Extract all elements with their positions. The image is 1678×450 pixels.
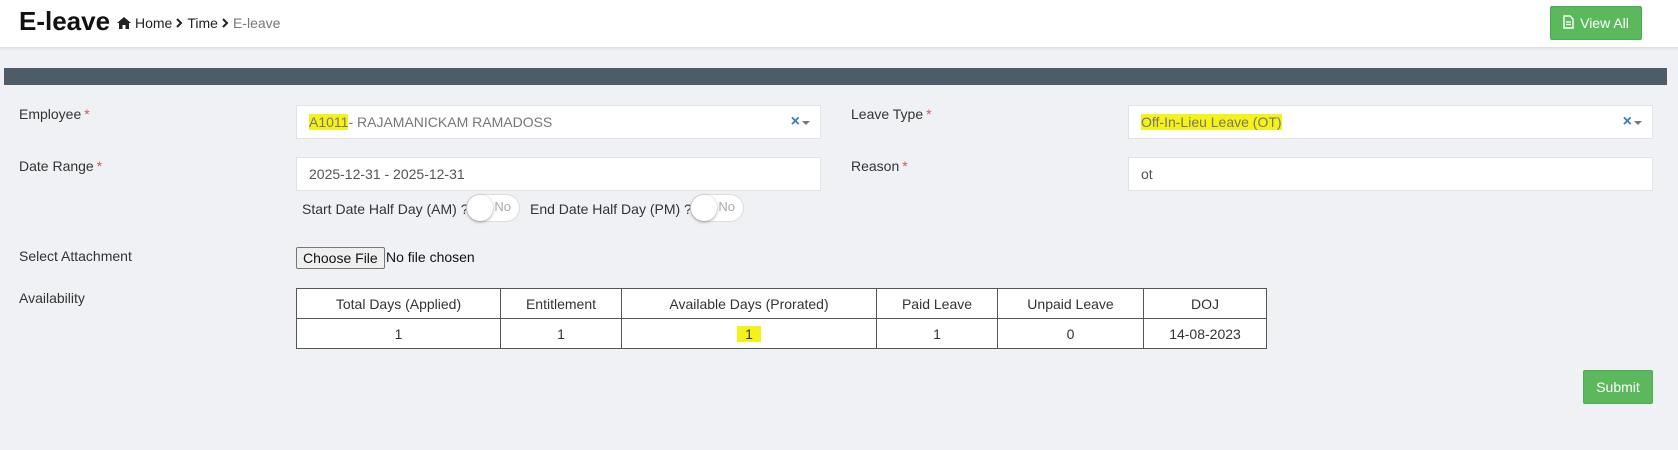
breadcrumb: Home Time E-leave: [117, 15, 280, 31]
clear-icon[interactable]: ×: [791, 114, 800, 130]
end-half-day-toggle[interactable]: No: [690, 194, 744, 222]
toggle-knob: [691, 195, 717, 221]
attachment-label: Select Attachment: [19, 248, 132, 264]
chevron-down-icon[interactable]: [802, 121, 810, 125]
end-half-day-label: End Date Half Day (PM) ?: [530, 201, 692, 217]
breadcrumb-time[interactable]: Time: [187, 15, 218, 31]
column-header: Total Days (Applied): [296, 288, 501, 319]
availability-label: Availability: [19, 290, 85, 306]
toggle-knob: [467, 195, 493, 221]
start-half-day-label: Start Date Half Day (AM) ?: [302, 201, 469, 217]
column-header: Entitlement: [500, 288, 622, 319]
view-all-label: View All: [1580, 15, 1629, 31]
chevron-right-icon: [176, 18, 183, 28]
column-header: Paid Leave: [876, 288, 998, 319]
home-icon: [117, 17, 131, 29]
file-status: No file chosen: [386, 249, 475, 265]
date-range-value: 2025-12-31 - 2025-12-31: [309, 166, 465, 182]
column-header: Available Days (Prorated): [621, 288, 877, 319]
table-cell: 1: [876, 318, 998, 349]
employee-label: Employee *: [19, 106, 90, 122]
employee-name: - RAJAMANICKAM RAMADOSS: [348, 114, 553, 130]
leave-type-value: Off-In-Lieu Leave (OT): [1141, 114, 1282, 130]
toggle-state: No: [718, 199, 735, 214]
table-header-row: Total Days (Applied) Entitlement Availab…: [296, 288, 1267, 319]
breadcrumb-home[interactable]: Home: [135, 15, 172, 31]
column-header: DOJ: [1143, 288, 1267, 319]
file-icon: [1563, 14, 1574, 32]
clear-icon[interactable]: ×: [1623, 114, 1632, 130]
table-row: 1 1 1 1 0 14-08-2023: [296, 318, 1267, 349]
date-range-input[interactable]: 2025-12-31 - 2025-12-31: [296, 157, 821, 191]
table-cell: 1: [296, 318, 501, 349]
available-days-value: 1: [737, 325, 761, 342]
start-half-day-toggle[interactable]: No: [466, 194, 520, 222]
leave-type-select[interactable]: Off-In-Lieu Leave (OT) ×: [1128, 105, 1653, 139]
employee-code: A1011: [309, 114, 349, 130]
date-range-label: Date Range *: [19, 158, 103, 174]
toggle-state: No: [494, 199, 511, 214]
choose-file-button[interactable]: Choose File: [296, 247, 385, 269]
breadcrumb-current: E-leave: [232, 15, 281, 31]
panel-header: [4, 68, 1667, 85]
reason-value: ot: [1141, 166, 1153, 182]
page-title: E-leave: [19, 6, 111, 36]
chevron-right-icon: [222, 18, 229, 28]
top-bar: E-leave Home Time E-leave View All: [0, 0, 1678, 48]
column-header: Unpaid Leave: [997, 288, 1144, 319]
table-cell: 0: [997, 318, 1144, 349]
leave-type-label: Leave Type *: [851, 106, 932, 122]
reason-input[interactable]: ot: [1128, 157, 1653, 191]
chevron-down-icon[interactable]: [1634, 121, 1642, 125]
submit-button[interactable]: Submit: [1583, 370, 1653, 404]
reason-label: Reason *: [851, 158, 908, 174]
view-all-button[interactable]: View All: [1550, 6, 1642, 40]
availability-table: Total Days (Applied) Entitlement Availab…: [296, 288, 1267, 349]
table-cell: 1: [500, 318, 622, 349]
table-cell: 1: [621, 318, 877, 349]
employee-select[interactable]: A1011 - RAJAMANICKAM RAMADOSS ×: [296, 105, 821, 139]
table-cell: 14-08-2023: [1143, 318, 1267, 349]
